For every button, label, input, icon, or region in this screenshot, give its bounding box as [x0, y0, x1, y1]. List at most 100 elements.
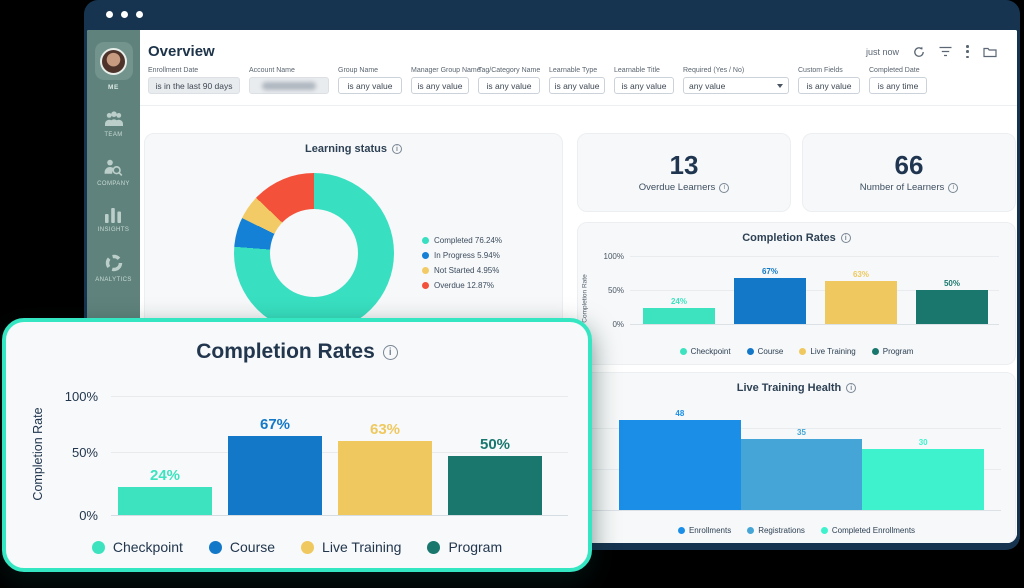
completion-rates-card: Completion Rates Completion Rate 100% 50… [577, 222, 1016, 365]
y-tick: 50% [44, 445, 98, 460]
filter-bar: Enrollment Date is in the last 90 days A… [140, 60, 1017, 106]
bar-completed-enrollments[interactable]: 30 [862, 409, 984, 510]
filter-learnable-type-input[interactable]: is any value [549, 77, 605, 94]
legend-item-live-training[interactable]: Live Training [301, 539, 401, 555]
filter-value: is any value [487, 81, 532, 91]
bar-registrations[interactable]: 35 [741, 409, 863, 510]
legend-label: Program [883, 347, 914, 356]
learning-status-title: Learning status [305, 143, 387, 155]
legend-item-completed[interactable]: Completed 76.24% [422, 236, 502, 245]
legend-item-overdue[interactable]: Overdue 12.87% [422, 281, 502, 290]
filter-label: Group Name [338, 67, 402, 74]
filter-completed-date-input[interactable]: is any time [869, 77, 927, 94]
filter-account-name: Account Name [249, 67, 329, 94]
bar-enrollments[interactable]: 48 [619, 409, 741, 510]
overlay-completion-rates-plot: 24% 67% 63% 50% [114, 397, 546, 515]
legend-item-enrollments[interactable]: Enrollments [678, 526, 731, 535]
legend-item-completed-enrollments[interactable]: Completed Enrollments [821, 526, 915, 535]
live-training-health-title: Live Training Health [737, 382, 842, 394]
folder-button[interactable] [983, 46, 997, 58]
filter-value: is any value [348, 81, 393, 91]
sidebar-item-company[interactable]: COMPANY [97, 158, 130, 187]
bar-value-label: 50% [944, 279, 960, 288]
bar-program[interactable]: 50% [448, 397, 542, 515]
legend-item-not-started[interactable]: Not Started 4.95% [422, 266, 502, 275]
bar-value-label: 30 [919, 438, 928, 447]
legend-item-program[interactable]: Program [872, 347, 914, 356]
sidebar-item-analytics[interactable]: ANALYTICS [95, 253, 132, 283]
account-name-redacted-value [262, 82, 316, 90]
window-control-dots [106, 11, 143, 18]
filter-enrollment-date-input[interactable]: is in the last 90 days [148, 77, 240, 94]
refresh-button[interactable] [913, 46, 925, 58]
page-title: Overview [148, 43, 215, 60]
sidebar-item-insights-label: INSIGHTS [98, 227, 130, 233]
legend-dot [422, 267, 429, 274]
filter-label: Learnable Title [614, 67, 674, 74]
filter-required-dropdown[interactable]: any value [683, 77, 789, 94]
filter-value: is any value [418, 81, 463, 91]
filter-group-name-input[interactable]: is any value [338, 77, 402, 94]
last-refreshed-label: just now [866, 47, 899, 57]
bar-value-label: 50% [480, 436, 510, 453]
filter-label: Tag/Category Name [478, 67, 540, 74]
sidebar-item-insights[interactable]: INSIGHTS [98, 207, 130, 233]
info-icon[interactable] [383, 345, 398, 360]
learning-status-donut[interactable] [234, 173, 394, 333]
legend-item-program[interactable]: Program [427, 539, 502, 555]
number-of-learners-value: 66 [895, 152, 924, 179]
legend-item-live-training[interactable]: Live Training [799, 347, 855, 356]
overdue-learners-card: 13 Overdue Learners [577, 133, 791, 212]
bar-checkpoint[interactable]: 24% [643, 256, 715, 324]
bar-value-label: 48 [675, 409, 684, 418]
legend-item-checkpoint[interactable]: Checkpoint [92, 539, 183, 555]
bar-course[interactable]: 67% [734, 256, 806, 324]
legend-dot [209, 541, 222, 554]
legend-item-checkpoint[interactable]: Checkpoint [680, 347, 731, 356]
filter-learnable-title: Learnable Title is any value [614, 67, 674, 94]
legend-label: Live Training [810, 347, 855, 356]
filter-value: is in the last 90 days [155, 81, 232, 91]
bar [118, 487, 212, 515]
filter-tag-category-name-input[interactable]: is any value [478, 77, 540, 94]
filter-custom-fields-input[interactable]: is any value [798, 77, 860, 94]
bar-program[interactable]: 50% [916, 256, 988, 324]
info-icon[interactable] [841, 233, 851, 243]
legend-dot [872, 348, 879, 355]
filter-label: Completed Date [869, 67, 927, 74]
sidebar-item-analytics-label: ANALYTICS [95, 277, 132, 283]
bar [916, 290, 988, 324]
dashboard-controls: just now [866, 45, 997, 58]
filter-label: Custom Fields [798, 67, 860, 74]
bar-course[interactable]: 67% [228, 397, 322, 515]
filter-custom-fields: Custom Fields is any value [798, 67, 860, 94]
filter-manager-group-name-input[interactable]: is any value [411, 77, 469, 94]
more-options-button[interactable] [966, 45, 969, 58]
legend-dot [747, 527, 754, 534]
legend-item-in-progress[interactable]: In Progress 5.94% [422, 251, 502, 260]
y-tick: 100% [592, 252, 624, 261]
legend-item-course[interactable]: Course [209, 539, 275, 555]
legend-label: Completed Enrollments [832, 526, 915, 535]
filter-learnable-title-input[interactable]: is any value [614, 77, 674, 94]
bar [741, 439, 863, 510]
filter-account-name-input[interactable] [249, 77, 329, 94]
info-icon[interactable] [719, 183, 729, 193]
legend-item-course[interactable]: Course [747, 347, 784, 356]
info-icon[interactable] [392, 144, 402, 154]
filters-toggle-button[interactable] [939, 46, 952, 57]
bar-live-training[interactable]: 63% [338, 397, 432, 515]
info-icon[interactable] [948, 183, 958, 193]
bar [619, 420, 741, 510]
info-icon[interactable] [846, 383, 856, 393]
bar-checkpoint[interactable]: 24% [118, 397, 212, 515]
number-of-learners-label: Number of Learners [860, 182, 944, 193]
filter-label: Required (Yes / No) [683, 67, 789, 74]
bar-live-training[interactable]: 63% [825, 256, 897, 324]
filter-value: is any value [555, 81, 600, 91]
sidebar-item-me[interactable] [95, 42, 133, 80]
axis-baseline [630, 324, 999, 325]
legend-item-registrations[interactable]: Registrations [747, 526, 805, 535]
window-dot-icon [106, 11, 113, 18]
sidebar-item-team[interactable]: TEAM [103, 111, 125, 138]
